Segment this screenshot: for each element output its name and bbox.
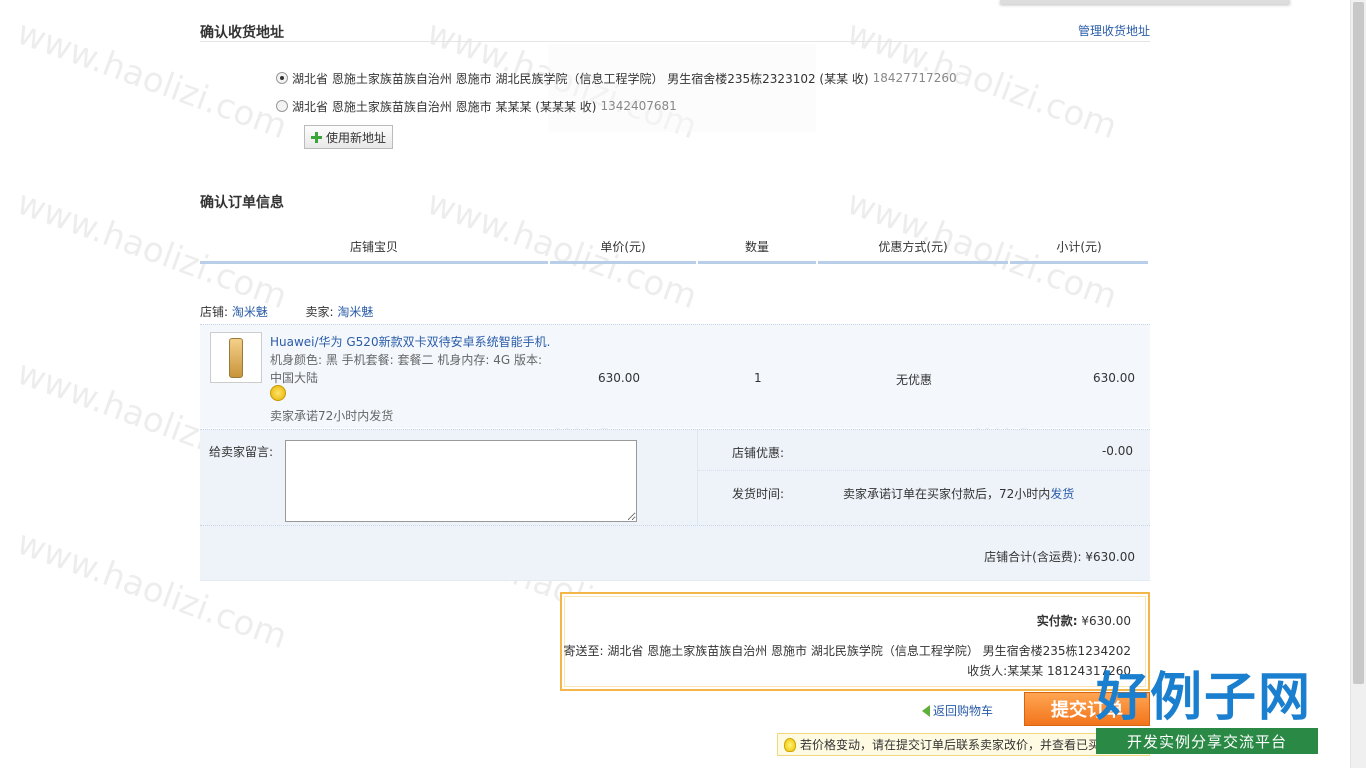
address-text: 湖北省 恩施土家族苗族自治州 恩施市 湖北民族学院（信息工程学院） 男生宿舍楼2… [292,71,869,86]
back-to-cart-label: 返回购物车 [933,704,994,718]
seller-name-link[interactable]: 淘米魅 [337,305,373,319]
top-popup-shadow [1000,0,1290,4]
watermark-logo-main: 好例子网 [1096,668,1313,728]
address-phone: 18427717260 [872,71,957,85]
scrollbar-thumb[interactable] [1353,2,1364,684]
shop-total-panel: 店铺合计(含运费): ¥630.00 [200,525,1150,581]
address-text: 湖北省 恩施土家族苗族自治州 恩施市 某某某 (某某某 收) [292,99,597,114]
shop-total: 店铺合计(含运费): ¥630.00 [984,550,1135,564]
payment-summary-box: 实付款: ¥630.00 寄送至: 湖北省 恩施土家族苗族自治州 恩施市 湖北民… [560,592,1150,691]
item-promotion: 无优惠 [896,373,933,387]
order-section-title: 确认订单信息 [200,195,284,211]
column-header-promo: 优惠方式(元) [818,232,1008,264]
ship-time-link[interactable]: 发货 [1050,487,1074,501]
address-option-1[interactable]: 湖北省 恩施土家族苗族自治州 恩施市 湖北民族学院（信息工程学院） 男生宿舍楼2… [276,69,957,87]
item-title-link[interactable]: Huawei/华为 G520新款双卡双待安卓系统智能手机... [270,333,550,350]
shop-name-link[interactable]: 淘米魅 [232,305,268,319]
column-header-qty: 数量 [698,232,816,264]
plus-icon [310,131,322,143]
ship-time-label: 发货时间: [732,487,785,501]
pay-ship-to: 寄送至: 湖北省 恩施土家族苗族自治州 恩施市 湖北民族学院（信息工程学院） 男… [563,644,1131,658]
vertical-scrollbar[interactable] [1350,0,1366,768]
item-thumbnail[interactable] [210,332,262,383]
address-phone: 1342407681 [600,99,677,113]
use-new-address-button[interactable]: 使用新地址 [304,125,393,149]
column-header-price: 单价(元) [550,232,696,264]
column-header-item: 店铺宝贝 [200,232,548,264]
order-item-row: Huawei/华为 G520新款双卡双待安卓系统智能手机... 机身颜色: 黑 … [200,324,1150,428]
watermark-logo-sub: 开发实例分享交流平台 [1096,728,1318,754]
panel-divider [697,430,698,526]
section-divider [200,41,1150,42]
pay-amount: 实付款: ¥630.00 [1037,612,1131,629]
item-ship-promise: 卖家承诺72小时内发货 [270,409,394,423]
row-separator [698,470,1150,471]
item-subtotal: 630.00 [1093,371,1135,385]
arrow-left-icon [922,704,930,717]
item-quantity: 1 [754,371,762,385]
item-sku: 机身颜色: 黑 手机套餐: 套餐二 机身内存: 4G 版本: 中国大陆 [270,353,542,385]
lightbulb-icon [784,737,796,752]
memo-and-shipping-panel: 给卖家留言: 店铺优惠: -0.00 发货时间: 卖家承诺订单在买家付款后，72… [200,429,1150,526]
ship-time-text: 卖家承诺订单在买家付款后，72小时内 [843,487,1051,501]
phone-image [229,337,243,378]
address-radio-selected[interactable] [276,72,288,84]
ghost-overlay [548,44,816,132]
shop-discount-value: -0.00 [1101,444,1133,458]
shop-label: 店铺: [200,305,229,319]
address-option-2[interactable]: 湖北省 恩施土家族苗族自治州 恩施市 某某某 (某某某 收) 134240768… [276,97,677,115]
pay-amount-label: 实付款: [1036,614,1078,628]
seller-label: 卖家: [305,305,334,319]
address-section-title: 确认收货地址 [200,25,284,41]
seller-memo-input[interactable] [285,440,637,522]
address-radio[interactable] [276,100,288,112]
shop-discount-label: 店铺优惠: [732,446,785,460]
guarantee-badge-icon [270,385,286,401]
item-unit-price: 630.00 [598,371,640,385]
order-table-header: 店铺宝贝 单价(元) 数量 优惠方式(元) 小计(元) [200,232,1150,264]
memo-label: 给卖家留言: [209,445,274,459]
use-new-address-label: 使用新地址 [325,130,386,145]
column-header-subtotal: 小计(元) [1010,232,1148,264]
pay-amount-value: ¥630.00 [1081,614,1131,628]
manage-address-link[interactable]: 管理收货地址 [1078,22,1150,39]
watermark-logo: 好例子网 开发实例分享交流平台 [1090,668,1330,768]
shop-info-row: 店铺: 淘米魅 卖家: 淘米魅 [200,303,373,320]
ship-time-value: 卖家承诺订单在买家付款后，72小时内发货 [843,485,1074,502]
back-to-cart-link[interactable]: 返回购物车 [922,702,993,719]
